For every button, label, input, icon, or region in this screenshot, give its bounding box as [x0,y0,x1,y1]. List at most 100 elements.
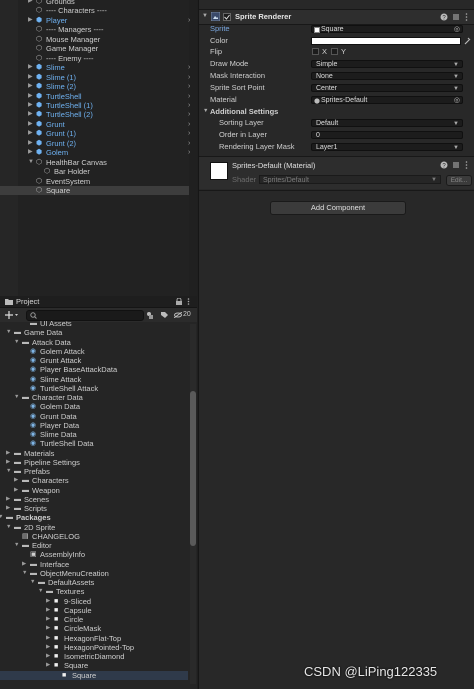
hierarchy-item[interactable]: ▶ ⬢ TurtleShell › [0,92,190,101]
project-item[interactable]: ▣ AssemblyInfo [0,550,188,559]
help-icon[interactable]: ? [440,13,448,21]
project-item[interactable]: ▼ ▬ Attack Data [0,338,188,347]
open-prefab-chevron-icon[interactable]: › [188,63,190,72]
project-item[interactable]: ◉ TurtleShell Data [0,439,188,448]
project-item[interactable]: ▼ ▬ Game Data [0,328,188,337]
open-prefab-chevron-icon[interactable]: › [188,139,190,148]
kebab-menu-icon[interactable] [465,13,468,21]
foldout-arrow-icon[interactable]: ▼ [38,587,43,596]
hierarchy-item[interactable]: ⬡ ---- Managers ---- [0,25,189,34]
project-item[interactable]: ▶ ■ Circle [0,615,188,624]
order-in-layer-input[interactable]: 0 [311,130,463,139]
open-prefab-chevron-icon[interactable]: › [188,92,190,101]
project-item[interactable]: ▬ UI Assets [0,319,188,328]
open-prefab-chevron-icon[interactable]: › [188,16,190,25]
rendering-layer-mask-dropdown[interactable]: Layer1 ▼ [311,142,463,151]
project-item[interactable]: ▶ ■ Capsule [0,606,188,615]
flip-x-checkbox[interactable] [312,48,319,55]
add-component-button[interactable]: Add Component [270,201,406,215]
project-item[interactable]: ▶ ■ 9-Sliced [0,597,188,606]
project-item[interactable]: ◉ Golem Data [0,402,188,411]
flip-y-checkbox[interactable] [331,48,338,55]
foldout-arrow-icon[interactable]: ▶ [28,63,33,72]
project-item[interactable]: ◉ Slime Attack [0,375,188,384]
kebab-menu-icon[interactable] [465,161,468,169]
project-item[interactable]: ▤ CHANGELOG [0,532,188,541]
hierarchy-item[interactable]: ▶ ⬢ Grunt (2) › [0,139,190,148]
foldout-arrow-icon[interactable]: ▶ [14,476,18,485]
sorting-layer-dropdown[interactable]: Default ▼ [311,118,463,127]
project-item[interactable]: ▼ ▬ Packages [0,513,188,522]
presets-icon[interactable] [452,161,460,169]
project-item[interactable]: ▶ ▬ Weapon [0,486,188,495]
foldout-arrow-icon[interactable]: ▶ [46,652,50,661]
hierarchy-item[interactable]: ⬡ Square [0,186,189,196]
sort-point-dropdown[interactable]: Center ▼ [311,83,463,92]
foldout-arrow-icon[interactable]: ▶ [28,16,33,25]
foldout-arrow-icon[interactable]: ▶ [46,606,50,615]
foldout-arrow-icon[interactable]: ▼ [14,541,19,550]
filter-by-label-icon[interactable] [160,311,168,319]
hierarchy-item[interactable]: ⬡ ---- Characters ---- [0,6,189,15]
hierarchy-item[interactable]: ▶ ⬢ Slime (2) › [0,82,190,91]
project-item[interactable]: ◉ Grunt Data [0,412,188,421]
foldout-arrow-icon[interactable]: ▶ [6,504,10,513]
project-item[interactable]: ■ Square [0,670,188,680]
project-item[interactable]: ▶ ▬ Scenes [0,495,188,504]
shader-edit-button[interactable]: Edit... [446,175,472,186]
hierarchy-item[interactable]: ▶ ⬢ Grunt (1) › [0,129,190,138]
foldout-arrow-icon[interactable]: ▼ [6,523,11,532]
project-tab[interactable]: Project [0,296,197,308]
hierarchy-item[interactable]: ▶ ⬢ Golem › [0,148,190,157]
hierarchy-item[interactable]: ▶ ⬢ Slime (1) › [0,73,190,82]
eyedropper-icon[interactable] [464,37,471,45]
project-item[interactable]: ▼ ▬ 2D Sprite [0,523,188,532]
additional-settings-row[interactable]: ▼ Additional Settings [199,106,474,118]
project-item[interactable]: ◉ Grunt Attack [0,356,188,365]
foldout-arrow-icon[interactable]: ▼ [22,569,27,578]
foldout-arrow-icon[interactable]: ▶ [46,643,50,652]
foldout-arrow-icon[interactable]: ▼ [30,578,35,587]
foldout-arrow-icon[interactable]: ▶ [28,110,33,119]
open-prefab-chevron-icon[interactable]: › [188,82,190,91]
project-item[interactable]: ▼ ▬ Prefabs [0,467,188,476]
open-prefab-chevron-icon[interactable]: › [188,101,190,110]
foldout-arrow-icon[interactable]: ▶ [28,0,33,6]
project-item[interactable]: ▼ ▬ Editor [0,541,188,550]
foldout-arrow-icon[interactable]: ▼ [0,513,3,522]
foldout-arrow-icon[interactable]: ▶ [28,92,33,101]
foldout-arrow-icon[interactable]: ▼ [202,13,208,19]
enabled-checkbox[interactable] [223,13,231,21]
kebab-menu-icon[interactable] [187,298,190,305]
hierarchy-item[interactable]: ⬡ EventSystem [0,177,189,186]
project-item[interactable]: ◉ Player BaseAttackData [0,365,188,374]
foldout-arrow-icon[interactable]: ▶ [6,458,10,467]
foldout-arrow-icon[interactable]: ▼ [203,106,208,118]
hierarchy-item[interactable]: ▶ ⬢ Grunt › [0,120,190,129]
presets-icon[interactable] [452,13,460,21]
hierarchy-item[interactable]: ⬡ Mouse Manager [0,35,189,44]
project-item[interactable]: ▶ ▬ Interface [0,560,188,569]
foldout-arrow-icon[interactable]: ▼ [14,338,19,347]
project-item[interactable]: ▶ ▬ Materials [0,449,188,458]
hierarchy-item[interactable]: ▶ ⬢ TurtleShell (2) › [0,110,190,119]
foldout-arrow-icon[interactable]: ▶ [46,634,50,643]
foldout-arrow-icon[interactable]: ▶ [28,82,33,91]
foldout-arrow-icon[interactable]: ▶ [6,495,10,504]
foldout-arrow-icon[interactable]: ▶ [46,661,50,670]
open-prefab-chevron-icon[interactable]: › [188,110,190,119]
hierarchy-item[interactable]: ▶ ⬢ Slime › [0,63,190,72]
object-picker-icon[interactable]: ◎ [454,26,460,35]
project-item[interactable]: ◉ TurtleShell Attack [0,384,188,393]
project-scrollbar-thumb[interactable] [190,391,196,546]
mask-interaction-dropdown[interactable]: None ▼ [311,71,463,80]
hierarchy-item[interactable]: ▶ ⬢ TurtleShell (1) › [0,101,190,110]
project-item[interactable]: ▶ ■ IsometricDiamond [0,652,188,661]
foldout-arrow-icon[interactable]: ▶ [28,139,33,148]
material-object-field[interactable]: Sprites-Default ◎ [311,95,463,104]
draw-mode-dropdown[interactable]: Simple ▼ [311,59,463,68]
foldout-arrow-icon[interactable]: ▶ [6,449,10,458]
hidden-packages-icon[interactable] [174,312,182,318]
project-item[interactable]: ▶ ▬ Scripts [0,504,188,513]
hierarchy-item[interactable]: ⬡ ---- Enemy ---- [0,54,189,63]
